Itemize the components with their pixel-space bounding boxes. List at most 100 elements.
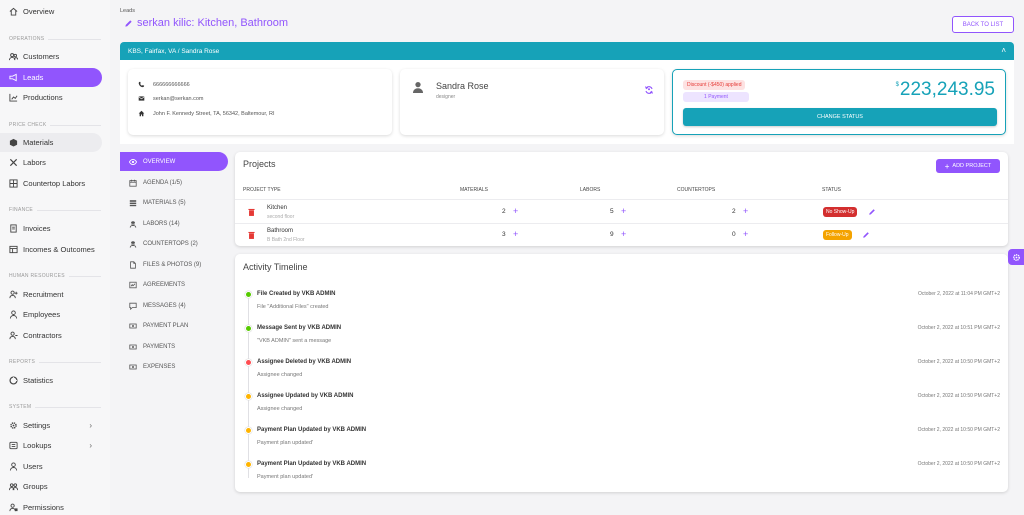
section-label: SYSTEM [9, 404, 101, 410]
materials-count: 3 [502, 231, 506, 238]
page-title-text: serkan kilic: Kitchen, Bathroom [137, 17, 289, 29]
section-label: REPORTS [9, 359, 101, 365]
customizer-button[interactable] [1008, 249, 1024, 265]
tab-agreements[interactable]: AGREEMENTS [120, 275, 228, 294]
tab-agenda[interactable]: AGENDA (1/5) [120, 173, 228, 192]
tab-label: FILES & PHOTOS (9) [143, 261, 202, 268]
tab-label: EXPENSES [143, 363, 176, 370]
timeline-dot [245, 461, 252, 468]
gear-icon [1012, 253, 1020, 261]
ledger-icon [8, 245, 18, 255]
chevron-up-icon[interactable]: ˄ [1001, 46, 1006, 55]
event-date: October 2, 2022 at 10:50 PM GMT+2 [917, 393, 1000, 399]
phone-icon [138, 81, 145, 88]
add-countertop-button[interactable]: + [743, 230, 748, 239]
countertops-count: 2 [732, 208, 736, 215]
lead-header-bar[interactable]: KBS, Fairfax, VA / Sandra Rose ˄ [120, 42, 1014, 60]
lead-header-label: KBS, Fairfax, VA / Sandra Rose [128, 47, 220, 55]
back-to-list-button[interactable]: BACK TO LIST [952, 16, 1014, 33]
tools-icon [8, 158, 18, 168]
tab-files-photos[interactable]: FILES & PHOTOS (9) [120, 255, 228, 274]
sidebar-item-incomes-outcomes[interactable]: Incomes & Outcomes [0, 240, 102, 259]
sidebar-item-statistics[interactable]: Statistics [0, 371, 102, 390]
trash-icon[interactable] [248, 231, 255, 239]
sidebar-item-settings[interactable]: Settings › [0, 416, 102, 435]
tab-countertops[interactable]: COUNTERTOPS (2) [120, 234, 228, 253]
total-amount: $223,243.95 [896, 79, 995, 101]
sidebar-item-users[interactable]: Users [0, 457, 102, 476]
home-icon [8, 7, 18, 17]
address-text: John F. Kennedy Street, TA, 56342, Balte… [153, 110, 275, 117]
event-desc: Assignee changed [257, 372, 303, 378]
tab-label: COUNTERTOPS (2) [143, 240, 198, 247]
discount-badge: Discount (-$450) applied [683, 80, 746, 90]
projects-title: Projects [243, 159, 276, 169]
sidebar-item-label: Statistics [23, 376, 54, 385]
change-status-button[interactable]: CHANGE STATUS [683, 108, 997, 126]
project-name: Bathroom [267, 228, 294, 234]
sidebar-item-label: Settings [23, 421, 51, 430]
assignee-role: designer [436, 94, 456, 100]
event-date: October 2, 2022 at 10:50 PM GMT+2 [917, 427, 1000, 433]
sidebar-item-permissions[interactable]: Permissions [0, 498, 102, 515]
tab-expenses[interactable]: EXPENSES [120, 357, 228, 376]
add-material-button[interactable]: + [513, 230, 518, 239]
sidebar-item-leads[interactable]: Leads [0, 68, 102, 87]
add-material-button[interactable]: + [513, 207, 518, 216]
divider [235, 199, 1008, 200]
trash-icon[interactable] [248, 208, 255, 216]
sidebar-item-groups[interactable]: Groups [0, 477, 102, 496]
labors-count: 9 [610, 231, 614, 238]
timeline-dot [245, 359, 252, 366]
eye-icon [129, 158, 137, 165]
worker-icon [129, 240, 137, 248]
chart-icon [8, 93, 18, 103]
pencil-icon[interactable] [862, 231, 870, 239]
box-icon [8, 138, 18, 148]
add-project-button[interactable]: + ADD PROJECT [936, 159, 1000, 173]
tab-messages[interactable]: MESSAGES (4) [120, 296, 228, 315]
tab-overview[interactable]: OVERVIEW [120, 152, 228, 171]
timeline-dot [245, 291, 252, 298]
event-title: Payment Plan Updated by VKB ADMIN [257, 461, 367, 467]
tab-materials[interactable]: MATERIALS (5) [120, 193, 228, 212]
add-labor-button[interactable]: + [621, 230, 626, 239]
tab-label: AGREEMENTS [143, 281, 186, 288]
currency-symbol: $ [895, 82, 899, 88]
sidebar-item-label: Materials [23, 138, 54, 147]
sidebar-item-overview[interactable]: Overview [0, 2, 102, 21]
column-header: LABORS [580, 187, 601, 193]
tab-payments[interactable]: PAYMENTS [120, 337, 228, 356]
sidebar-item-materials[interactable]: Materials [0, 133, 102, 152]
sidebar-item-contractors[interactable]: Contractors [0, 326, 102, 345]
tab-label: OVERVIEW [143, 158, 176, 165]
list-icon [8, 441, 18, 451]
sidebar-item-invoices[interactable]: Invoices [0, 219, 102, 238]
sidebar-item-productions[interactable]: Productions [0, 88, 102, 107]
contact-phone: 666666666666 [138, 81, 190, 88]
event-title: Assignee Deleted by VKB ADMIN [257, 359, 352, 365]
avatar-icon [412, 81, 424, 93]
breadcrumb[interactable]: Leads [120, 8, 135, 14]
tab-payment-plan[interactable]: PAYMENT PLAN [120, 316, 228, 335]
sidebar-item-customers[interactable]: Customers [0, 47, 102, 66]
sidebar-item-recruitment[interactable]: Recruitment [0, 285, 102, 304]
chevron-right-icon: › [89, 441, 92, 450]
column-header: STATUS [822, 187, 841, 193]
gear-icon [8, 421, 18, 431]
sidebar-item-label: Incomes & Outcomes [23, 245, 95, 254]
sidebar-item-countertop-labors[interactable]: Countertop Labors [0, 174, 102, 193]
event-date: October 2, 2022 at 10:50 PM GMT+2 [917, 461, 1000, 467]
sidebar-item-employees[interactable]: Employees [0, 305, 102, 324]
column-header: COUNTERTOPS [677, 187, 716, 193]
pencil-icon[interactable] [868, 208, 876, 216]
swap-user-icon[interactable] [644, 85, 654, 95]
money-icon [129, 344, 137, 349]
tab-labors[interactable]: LABORS (14) [120, 214, 228, 233]
add-labor-button[interactable]: + [621, 207, 626, 216]
sidebar-item-labors[interactable]: Labors [0, 153, 102, 172]
status-badge: Follow-Up [823, 230, 852, 240]
add-countertop-button[interactable]: + [743, 207, 748, 216]
sidebar-item-lookups[interactable]: Lookups › [0, 436, 102, 455]
money-icon [129, 323, 137, 328]
